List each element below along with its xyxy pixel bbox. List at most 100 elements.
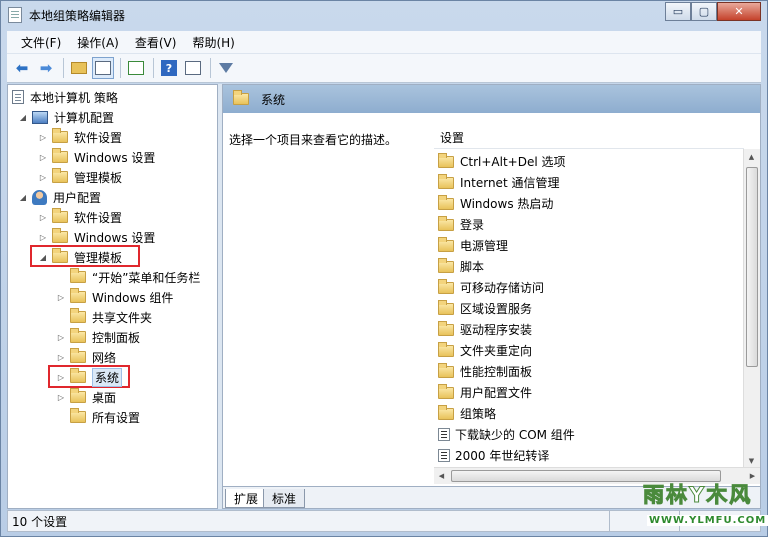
all-settings-icon: [70, 408, 86, 423]
expand-toggle-icon[interactable]: ▷: [56, 333, 66, 342]
tab-extended[interactable]: 扩展: [225, 489, 268, 508]
expand-toggle-icon[interactable]: ▷: [56, 393, 66, 402]
menu-view[interactable]: 查看(V): [127, 34, 185, 51]
tree-item-uc-windows[interactable]: ▷ Windows 设置: [38, 227, 155, 247]
show-hide-tree-icon[interactable]: [92, 57, 114, 79]
vertical-scroll-thumb[interactable]: [746, 167, 758, 367]
tree-label: 用户配置: [53, 190, 102, 205]
menu-action[interactable]: 操作(A): [69, 34, 127, 51]
tree-item-computer-config[interactable]: ◢ 计算机配置: [18, 107, 114, 127]
collapse-toggle-icon[interactable]: ◢: [38, 253, 48, 262]
list-item[interactable]: 性能控制面板: [438, 361, 532, 382]
folder-icon: [70, 308, 86, 323]
tree-label: 系统: [92, 367, 123, 387]
forward-arrow-icon[interactable]: ➡: [35, 57, 57, 79]
list-item[interactable]: 文件夹重定向: [438, 340, 532, 361]
list-item-label: 下载缺少的 COM 组件: [455, 428, 575, 442]
export-list-icon[interactable]: [125, 57, 147, 79]
help-icon[interactable]: ?: [158, 57, 180, 79]
tree-item-cc-admin[interactable]: ▷ 管理模板: [38, 167, 122, 187]
window-title: 本地组策略编辑器: [29, 9, 126, 23]
tree-item-uc-software[interactable]: ▷ 软件设置: [38, 207, 122, 227]
title-bar[interactable]: 本地组策略编辑器 ▭ ▢ ✕: [1, 1, 767, 29]
expand-toggle-icon[interactable]: ▷: [56, 353, 66, 362]
tree-item-all-settings[interactable]: 所有设置: [70, 407, 140, 427]
list-item[interactable]: 组策略: [438, 403, 496, 424]
expand-toggle-icon[interactable]: ▷: [38, 233, 48, 242]
tree-item-cc-windows[interactable]: ▷ Windows 设置: [38, 147, 155, 167]
description-text: 选择一个项目来查看它的描述。: [229, 133, 398, 147]
tree-item-control-panel[interactable]: ▷ 控制面板: [56, 327, 140, 347]
tree-pane[interactable]: 本地计算机 策略 ◢ 计算机配置 ▷ 软件设置 ▷ Windows 设置 ▷ 管…: [7, 84, 218, 509]
tree-item-uc-admin[interactable]: ◢ 管理模板: [38, 247, 122, 267]
tree-item-system[interactable]: ▷ 系统: [56, 367, 123, 387]
tree-label: Windows 组件: [92, 290, 174, 305]
tree-item-user-config[interactable]: ◢ 用户配置: [18, 187, 101, 207]
list-item[interactable]: 电源管理: [438, 235, 508, 256]
list-item[interactable]: 用户配置文件: [438, 382, 532, 403]
back-arrow-icon[interactable]: ⬅: [11, 57, 33, 79]
scroll-up-icon[interactable]: ▲: [744, 149, 759, 165]
list-item-label: Windows 热启动: [460, 197, 554, 211]
tree-item-shared-folders[interactable]: 共享文件夹: [70, 307, 152, 327]
list-item[interactable]: 驱动程序安装: [438, 319, 532, 340]
menu-file[interactable]: 文件(F): [13, 34, 69, 51]
tree-label: 计算机配置: [54, 110, 115, 125]
expand-toggle-icon[interactable]: ▷: [56, 293, 66, 302]
toolbar-separator: [120, 58, 121, 78]
list-item[interactable]: 下载缺少的 COM 组件: [438, 424, 575, 445]
folder-icon: [438, 152, 454, 168]
folder-icon: [52, 148, 68, 163]
tree-item-start-menu[interactable]: “开始”菜单和任务栏: [70, 267, 200, 287]
scroll-left-icon[interactable]: ◀: [434, 468, 449, 484]
list-item[interactable]: Ctrl+Alt+Del 选项: [438, 151, 565, 172]
list-item[interactable]: 登录: [438, 214, 484, 235]
settings-list[interactable]: 设置 Ctrl+Alt+Del 选项 Internet 通信管理 Windows…: [434, 113, 760, 483]
watermark-url: WWW.YLMFU.COM: [647, 515, 768, 526]
list-item-label: 性能控制面板: [460, 365, 533, 379]
folder-icon: [70, 348, 86, 363]
collapse-toggle-icon[interactable]: ◢: [18, 113, 28, 122]
list-item[interactable]: 2000 年世纪转译: [438, 445, 549, 466]
expand-toggle-icon[interactable]: ▷: [56, 373, 66, 382]
close-button[interactable]: ✕: [717, 2, 761, 21]
expand-toggle-icon[interactable]: ▷: [38, 213, 48, 222]
list-item-label: 电源管理: [460, 239, 509, 253]
tree-item-cc-software[interactable]: ▷ 软件设置: [38, 127, 122, 147]
folder-icon: [438, 257, 454, 273]
list-item[interactable]: 可移动存储访问: [438, 277, 544, 298]
tree-label: “开始”菜单和任务栏: [92, 270, 201, 285]
menu-help[interactable]: 帮助(H): [184, 34, 242, 51]
computer-icon: [32, 110, 48, 124]
tab-standard[interactable]: 标准: [263, 489, 306, 508]
folder-icon: [438, 383, 454, 399]
properties-view-icon[interactable]: [182, 57, 204, 79]
list-item-label: 可移动存储访问: [460, 281, 545, 295]
tree-item-win-components[interactable]: ▷ Windows 组件: [56, 287, 173, 307]
list-item-label: 文件夹重定向: [460, 344, 533, 358]
list-item[interactable]: Windows 热启动: [438, 193, 553, 214]
policy-setting-icon: [438, 428, 450, 441]
up-folder-icon[interactable]: [68, 57, 90, 79]
collapse-toggle-icon[interactable]: ◢: [18, 193, 28, 202]
tree-item-desktop[interactable]: ▷ 桌面: [56, 387, 116, 407]
maximize-button[interactable]: ▢: [691, 2, 717, 21]
list-item[interactable]: 区域设置服务: [438, 298, 532, 319]
vertical-scrollbar[interactable]: ▲ ▼: [743, 149, 760, 469]
minimize-button[interactable]: ▭: [665, 2, 691, 21]
list-item[interactable]: Internet 通信管理: [438, 172, 559, 193]
tree-item-network[interactable]: ▷ 网络: [56, 347, 116, 367]
folder-icon: [70, 328, 86, 343]
expand-toggle-icon[interactable]: ▷: [38, 173, 48, 182]
expand-toggle-icon[interactable]: ▷: [38, 153, 48, 162]
expand-toggle-icon[interactable]: ▷: [38, 133, 48, 142]
folder-icon: [438, 215, 454, 231]
column-header-setting[interactable]: 设置: [434, 127, 744, 149]
filter-icon[interactable]: [215, 57, 237, 79]
list-item[interactable]: 脚本: [438, 256, 484, 277]
list-item-label: 组策略: [460, 407, 497, 421]
tree-item-local-policy[interactable]: 本地计算机 策略: [12, 87, 118, 107]
toolbar-separator: [210, 58, 211, 78]
tree-label: 共享文件夹: [92, 310, 153, 325]
folder-icon: [70, 388, 86, 403]
